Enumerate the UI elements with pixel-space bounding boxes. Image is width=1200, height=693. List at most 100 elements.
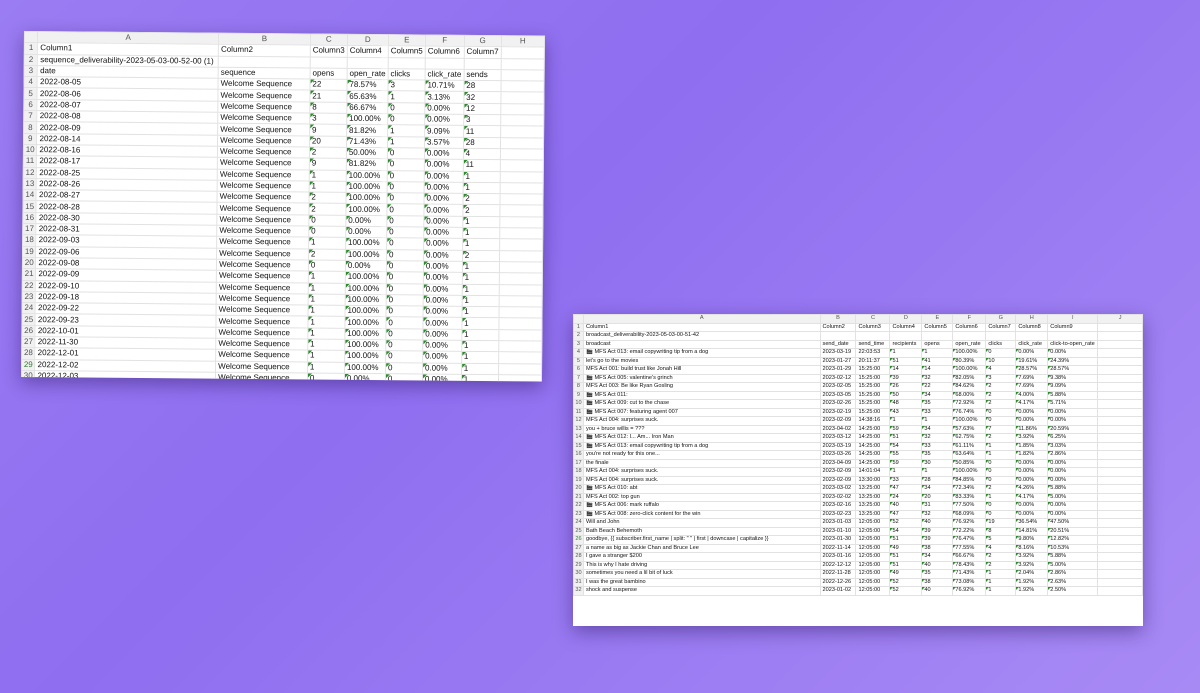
column-header-e[interactable]: E: [921, 314, 954, 324]
cell[interactable]: [499, 205, 543, 217]
cell[interactable]: 1: [462, 216, 500, 228]
cell[interactable]: 14:25:00: [855, 450, 891, 460]
cell[interactable]: [499, 171, 544, 183]
cell[interactable]: 47.50%: [1047, 518, 1099, 528]
column-header-d[interactable]: D: [347, 34, 389, 46]
row-number[interactable]: 25: [21, 313, 36, 326]
cell[interactable]: 2023-03-12: [819, 433, 857, 443]
cell[interactable]: 72.92%: [952, 399, 987, 409]
row-number[interactable]: 26: [573, 535, 584, 545]
cell[interactable]: [889, 331, 923, 341]
cell[interactable]: 81.82%: [346, 124, 388, 137]
cell[interactable]: 0: [386, 294, 424, 307]
cell[interactable]: [498, 374, 542, 382]
cell[interactable]: 1: [307, 350, 345, 362]
cell[interactable]: 0.00%: [424, 170, 464, 183]
cell[interactable]: clicks: [388, 68, 426, 81]
row-number[interactable]: 18: [573, 467, 584, 477]
row-number[interactable]: 22: [22, 280, 36, 292]
column-header-h[interactable]: H: [501, 35, 545, 48]
cell[interactable]: 55: [889, 450, 923, 460]
cell[interactable]: 2.04%: [1015, 569, 1049, 579]
row-number[interactable]: 29: [21, 359, 36, 371]
cell[interactable]: 0.00%: [424, 159, 464, 171]
row-number[interactable]: 16: [22, 212, 37, 224]
row-number[interactable]: 22: [573, 501, 584, 511]
cell[interactable]: 68.00%: [952, 390, 987, 400]
row-number[interactable]: 10: [573, 399, 584, 409]
cell[interactable]: [1097, 526, 1143, 536]
cell[interactable]: 38: [921, 543, 954, 553]
cell[interactable]: 0.00%: [423, 260, 463, 273]
cell[interactable]: [1097, 356, 1143, 366]
cell[interactable]: 50.00%: [346, 147, 388, 159]
cell[interactable]: 3.92%: [1015, 560, 1049, 570]
cell[interactable]: 3: [985, 373, 1017, 383]
cell[interactable]: 59: [889, 458, 923, 468]
cell[interactable]: [1097, 535, 1143, 545]
cell[interactable]: 81.82%: [346, 158, 388, 171]
cell[interactable]: [1097, 390, 1143, 400]
cell[interactable]: 14:25:00: [855, 441, 891, 451]
cell[interactable]: 32: [463, 91, 501, 104]
cell[interactable]: 0: [985, 467, 1017, 477]
cell[interactable]: 100.00%: [952, 416, 987, 426]
cell[interactable]: [1097, 560, 1143, 570]
cell[interactable]: 3.13%: [424, 91, 464, 104]
cell[interactable]: 2023-01-30: [819, 535, 857, 545]
cell[interactable]: 2022-12-26: [819, 577, 857, 587]
cell[interactable]: 39: [889, 373, 923, 383]
row-number[interactable]: 15: [22, 200, 37, 213]
cell[interactable]: 0.00%: [1047, 458, 1099, 468]
cell[interactable]: 0: [985, 509, 1017, 519]
cell[interactable]: 0.00%: [423, 283, 463, 296]
cell[interactable]: 0.00%: [422, 362, 462, 375]
cell[interactable]: 12:05:00: [855, 569, 891, 579]
cell[interactable]: 1: [307, 339, 345, 351]
cell[interactable]: 3.92%: [1015, 552, 1049, 562]
cell[interactable]: 1: [308, 271, 346, 283]
cell[interactable]: 0: [307, 372, 345, 382]
cell[interactable]: 0: [387, 102, 425, 115]
cell[interactable]: 1: [307, 361, 345, 374]
cell[interactable]: the finale: [582, 458, 821, 468]
cell[interactable]: 20:11:37: [855, 356, 891, 366]
cell[interactable]: 0: [387, 147, 425, 160]
cell[interactable]: 76.47%: [952, 535, 987, 545]
cell[interactable]: 🎬 MFS Act 011:: [582, 390, 821, 400]
cell[interactable]: [498, 284, 543, 296]
cell[interactable]: 0.00%: [1047, 475, 1099, 485]
cell[interactable]: Bath Beach Behemoth: [582, 526, 821, 536]
row-number[interactable]: 5: [573, 356, 584, 366]
row-number[interactable]: 30: [573, 569, 584, 579]
row-number[interactable]: 8: [573, 382, 584, 392]
cell[interactable]: 2023-02-16: [819, 501, 857, 511]
cell[interactable]: [952, 331, 987, 341]
row-number[interactable]: 20: [573, 484, 584, 494]
cell[interactable]: 33: [921, 441, 954, 451]
cell[interactable]: 1: [921, 416, 954, 426]
cell[interactable]: Welcome Sequence: [217, 202, 309, 215]
cell[interactable]: 1: [889, 467, 923, 477]
row-number[interactable]: 17: [22, 223, 37, 235]
cell[interactable]: [500, 92, 544, 104]
cell[interactable]: 0.00%: [423, 249, 463, 262]
cell[interactable]: 73.08%: [952, 577, 987, 587]
cell[interactable]: 0.00%: [423, 294, 462, 307]
cell[interactable]: 2023-01-27: [819, 356, 857, 366]
cell[interactable]: 9.80%: [1015, 535, 1049, 545]
cell[interactable]: 71.43%: [952, 569, 987, 579]
cell[interactable]: [1097, 543, 1143, 553]
cell[interactable]: 13:25:00: [855, 501, 891, 511]
cell[interactable]: Welcome Sequence: [216, 247, 309, 260]
cell[interactable]: 🎬 MFS Act 009: cut to the chase: [582, 399, 821, 409]
cell[interactable]: you're not ready for this one...: [582, 450, 821, 460]
cell[interactable]: 1: [462, 227, 500, 240]
cell[interactable]: 2023-02-09: [819, 475, 857, 485]
cell[interactable]: 2022-12-03: [34, 370, 216, 382]
cell[interactable]: 1: [462, 182, 500, 194]
cell[interactable]: 2.50%: [1047, 586, 1099, 596]
cell[interactable]: 0.00%: [423, 238, 463, 250]
cell[interactable]: 1: [461, 295, 499, 307]
cell[interactable]: goodbye, {{ subscriber.first_name | spli…: [582, 535, 821, 545]
